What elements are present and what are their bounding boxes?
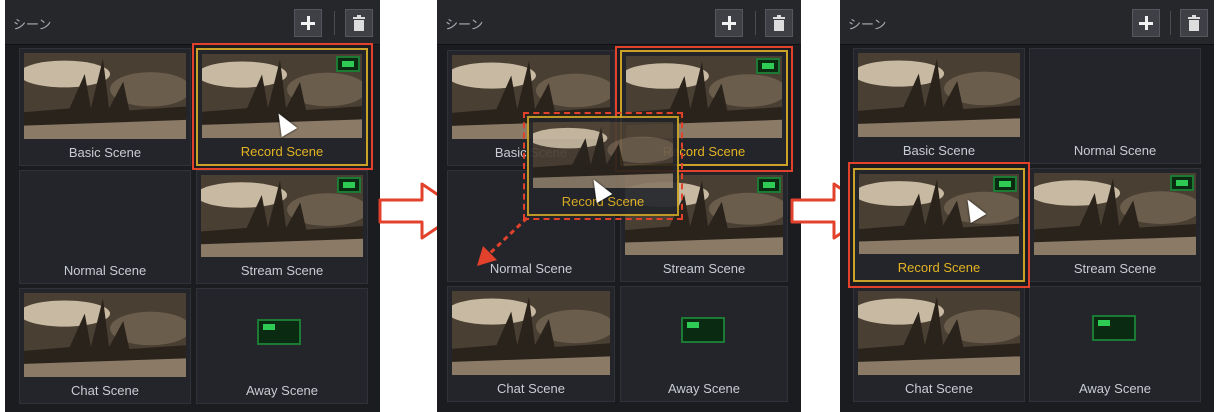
trash-icon <box>1188 15 1200 31</box>
scene-tile-chat[interactable]: Chat Scene <box>19 288 191 404</box>
live-monitor-icon <box>337 177 361 193</box>
divider <box>755 11 756 35</box>
panel-header: シーン <box>437 0 801 45</box>
scene-tile-stream[interactable]: Stream Scene <box>196 170 368 284</box>
drag-highlight-box <box>523 112 683 220</box>
panel-header: シーン <box>5 0 380 45</box>
scene-tile-basic[interactable]: Basic Scene <box>19 48 191 166</box>
scene-tile-chat[interactable]: Chat Scene <box>447 286 615 402</box>
scene-thumbnail <box>858 53 1020 137</box>
live-monitor-icon <box>1170 175 1194 191</box>
scene-tile-basic[interactable]: Basic Scene <box>853 48 1025 164</box>
scene-tile-away[interactable]: Away Scene <box>196 288 368 404</box>
live-monitor-icon <box>757 177 781 193</box>
scene-label: Basic Scene <box>68 145 142 160</box>
scene-label: Basic Scene <box>902 143 976 158</box>
scene-panel-dragging: シーン Basic Scene Record Scene Normal Scen… <box>437 0 801 412</box>
live-monitor-icon <box>1092 315 1136 341</box>
add-scene-button[interactable] <box>1132 9 1160 37</box>
delete-scene-button[interactable] <box>765 9 793 37</box>
highlight-box <box>848 162 1030 288</box>
add-scene-button[interactable] <box>294 9 322 37</box>
delete-scene-button[interactable] <box>345 9 373 37</box>
scene-label: Away Scene <box>667 381 741 396</box>
scene-label: Normal Scene <box>63 263 147 278</box>
add-scene-button[interactable] <box>715 9 743 37</box>
scene-label: Normal Scene <box>1073 143 1157 158</box>
scene-panel-before: シーン Basic Scene Record Scene Normal Scen… <box>5 0 380 412</box>
scene-thumbnail <box>24 293 186 377</box>
scene-thumbnail <box>24 53 186 139</box>
scene-label: Away Scene <box>245 383 319 398</box>
drop-arrow-icon <box>477 216 529 266</box>
highlight-box <box>192 43 373 170</box>
scene-tile-normal[interactable]: Normal Scene <box>1029 48 1201 164</box>
scene-label: Stream Scene <box>662 261 746 276</box>
scene-label: Stream Scene <box>1073 261 1157 276</box>
scene-tile-away[interactable]: Away Scene <box>620 286 788 402</box>
scene-panel-after: シーン Basic Scene Normal Scene Record Scen… <box>840 0 1214 412</box>
delete-scene-button[interactable] <box>1180 9 1208 37</box>
panel-title: シーン <box>848 18 887 33</box>
scene-thumbnail <box>452 291 610 375</box>
divider <box>334 11 335 35</box>
scene-tile-away[interactable]: Away Scene <box>1029 286 1201 402</box>
live-monitor-icon <box>681 317 725 343</box>
scene-label: Chat Scene <box>905 381 973 396</box>
scene-label: Stream Scene <box>240 263 324 278</box>
scene-label: Chat Scene <box>71 383 139 398</box>
scene-label: Chat Scene <box>497 381 565 396</box>
scene-thumbnail <box>858 291 1020 375</box>
divider <box>1170 11 1171 35</box>
scene-tile-stream[interactable]: Stream Scene <box>1029 168 1201 282</box>
panel-title: シーン <box>13 18 52 33</box>
panel-title: シーン <box>445 18 484 33</box>
live-monitor-icon <box>257 319 301 345</box>
scene-label: Away Scene <box>1078 381 1152 396</box>
scene-tile-chat[interactable]: Chat Scene <box>853 286 1025 402</box>
trash-icon <box>773 15 785 31</box>
panel-header: シーン <box>840 0 1214 45</box>
trash-icon <box>353 15 365 31</box>
scene-tile-normal[interactable]: Normal Scene <box>19 170 191 284</box>
